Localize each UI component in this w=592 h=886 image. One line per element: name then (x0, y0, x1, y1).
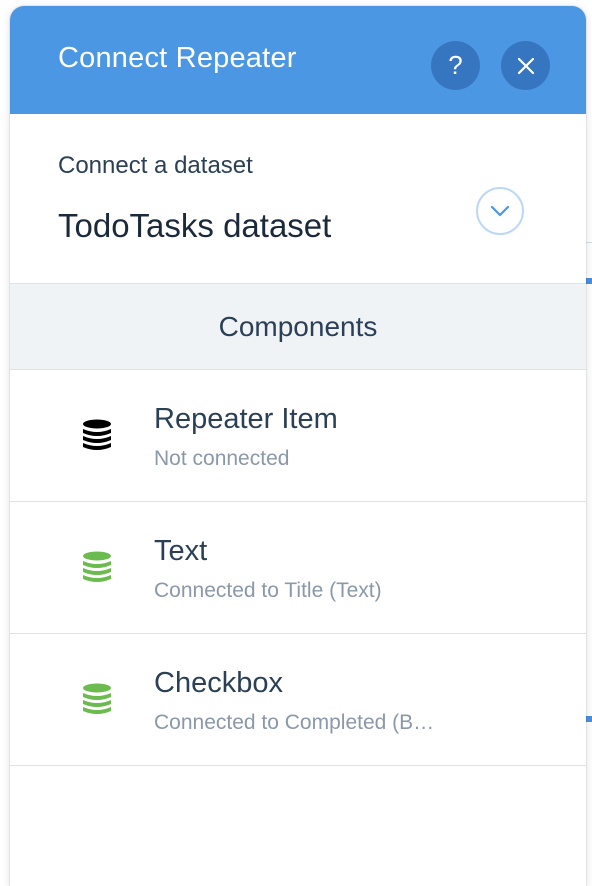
help-button[interactable]: ? (431, 41, 480, 90)
component-status: Connected to Completed (B… (154, 711, 435, 734)
components-heading: Components (218, 310, 378, 342)
component-row-text[interactable]: Text Connected to Title (Text) (10, 502, 586, 634)
background-marker (586, 716, 592, 722)
component-name: Repeater Item (154, 403, 338, 435)
component-name: Checkbox (154, 667, 283, 699)
background-marker (586, 278, 592, 284)
component-status: Connected to Title (Text) (154, 579, 382, 602)
database-icon (83, 551, 111, 582)
close-icon (517, 57, 534, 74)
panel-header: Connect Repeater ? (10, 6, 586, 114)
component-row-checkbox[interactable]: Checkbox Connected to Completed (B… (10, 634, 586, 766)
panel-title: Connect Repeater (58, 42, 297, 74)
component-status: Not connected (154, 447, 290, 470)
dataset-label: Connect a dataset (58, 152, 253, 179)
database-icon (83, 683, 111, 714)
connect-repeater-panel: Connect Repeater ? Connect a dataset Tod… (10, 6, 586, 886)
component-name: Text (154, 535, 208, 567)
chevron-down-icon (490, 205, 510, 217)
help-icon: ? (448, 50, 463, 80)
dataset-select-value[interactable]: TodoTasks dataset (58, 207, 331, 245)
close-button[interactable] (501, 41, 550, 90)
dataset-dropdown-button[interactable] (476, 187, 524, 235)
background-divider (586, 242, 592, 243)
components-section-header: Components (10, 284, 586, 370)
component-row-repeater-item[interactable]: Repeater Item Not connected (10, 370, 586, 502)
database-icon (83, 419, 111, 450)
